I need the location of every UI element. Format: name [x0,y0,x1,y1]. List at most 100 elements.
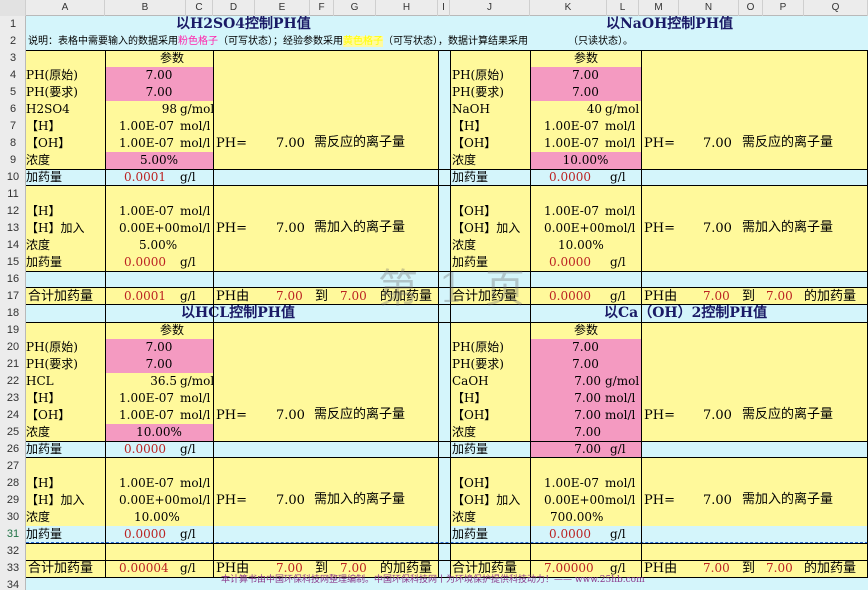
row-header[interactable]: 30 [0,509,26,526]
ph-eq-label: PH= [644,408,675,423]
title-h2so4: 以H2SO4控制PH值 [176,16,311,32]
row-header[interactable]: 12 [0,203,26,220]
unit-gl: g/l [180,442,196,456]
select-all-corner[interactable] [0,0,26,16]
grid-line [26,457,868,458]
note-suffix: （只读状态）。 [568,36,633,47]
row-header[interactable]: 8 [0,135,26,152]
dose2-value: 0.0000 [124,527,166,541]
column-header[interactable]: P [763,0,804,16]
h2add-value: 0.00E+00 [119,493,180,507]
row-header[interactable]: 2 [0,33,26,50]
column-header[interactable]: G [334,0,376,16]
h2add-label: 【H】加入 [26,493,85,507]
h2add-label: 【OH】加入 [452,493,521,507]
column-header[interactable]: H [376,0,438,16]
unit-gmol: g/mol [605,374,640,388]
row-header[interactable]: 20 [0,339,26,356]
row-header[interactable]: 28 [0,475,26,492]
row-header[interactable]: 19 [0,322,26,339]
row-header[interactable]: 24 [0,407,26,424]
column-header[interactable]: J [450,0,530,16]
column-header[interactable]: M [639,0,679,16]
row-header[interactable]: 1 [0,16,26,33]
ph-req-input[interactable]: 7.00 [530,356,641,373]
ph-orig-input[interactable]: 7.00 [105,339,213,356]
column-header[interactable]: K [530,0,607,16]
row-header[interactable]: 3 [0,50,26,67]
column-header[interactable]: F [310,0,334,16]
params-header: 参数 [573,323,598,337]
unit-gl: g/l [610,170,626,184]
ph-calc: 7.00 [276,136,305,151]
ph-orig-input[interactable]: 7.00 [105,67,213,84]
row-header[interactable]: 14 [0,237,26,254]
ph-req-input[interactable]: 7.00 [105,84,213,101]
column-header[interactable]: E [255,0,310,16]
ph-eq-label: PH= [216,136,247,151]
dose-value: 0.0000 [124,442,166,456]
ph-from-label: PH由 [644,561,678,576]
row-header[interactable]: 33 [0,560,26,577]
row-header[interactable]: 10 [0,169,26,186]
row-header[interactable]: 15 [0,254,26,271]
row-header[interactable]: 32 [0,543,26,560]
row-header[interactable]: 27 [0,458,26,475]
row-header[interactable]: 25 [0,424,26,441]
conc-input[interactable]: 7.00 [530,424,641,441]
oh-value: 1.00E-07 [119,136,175,150]
row-header[interactable]: 31 [0,526,26,543]
row-header[interactable]: 13 [0,220,26,237]
note-cyan-label: 青色格子 [528,36,568,47]
row-header[interactable]: 6 [0,101,26,118]
chem-label: H2SO4 [26,102,70,116]
column-header[interactable]: O [739,0,763,16]
row-header[interactable]: 34 [0,577,26,594]
column-header[interactable]: N [679,0,739,16]
conc-input[interactable]: 5.00% [105,152,213,169]
row-header[interactable]: 23 [0,390,26,407]
h-value: 1.00E-07 [544,119,600,133]
ph-orig-input[interactable]: 7.00 [530,339,641,356]
row-header[interactable]: 11 [0,186,26,203]
column-header[interactable]: L [607,0,639,16]
ph-req-input[interactable]: 7.00 [530,84,641,101]
conc-input[interactable]: 10.00% [530,152,641,169]
row-header[interactable]: 21 [0,356,26,373]
unit-gl: g/l [180,289,196,303]
row-header[interactable]: 16 [0,271,26,288]
column-header[interactable]: C [186,0,213,16]
dose-label: 加药量 [26,442,63,456]
conc-input[interactable]: 10.00% [105,424,213,441]
ph-from: 7.00 [703,561,730,575]
note-pink-label: 粉色格子 [178,36,218,47]
grid-line [26,560,868,561]
oh-value: 1.00E-07 [119,408,175,422]
ph-req-input[interactable]: 7.00 [105,356,213,373]
ph-orig-input[interactable]: 7.00 [530,67,641,84]
column-header[interactable]: A [26,0,105,16]
worksheet[interactable]: 以H2SO4控制PH值 以NaOH控制PH值 说明：表格中需要输入的数据采用粉色… [26,16,868,590]
row-header[interactable]: 26 [0,441,26,458]
ph-orig-label: PH(原始) [26,68,78,82]
row-header[interactable]: 4 [0,67,26,84]
h-value: 1.00E-07 [119,119,175,133]
unit-gl: g/l [610,255,626,269]
oh-label: 【OH】 [452,136,497,150]
column-header[interactable]: Q [804,0,868,16]
row-header[interactable]: 17 [0,288,26,305]
row-header[interactable]: 5 [0,84,26,101]
row-header[interactable]: 9 [0,152,26,169]
row-header[interactable]: 29 [0,492,26,509]
column-header[interactable]: B [105,0,186,16]
ph-eq-label: PH= [644,136,675,151]
row-header[interactable]: 22 [0,373,26,390]
row-header[interactable]: 7 [0,118,26,135]
instruction-note: 说明：表格中需要输入的数据采用粉色格子（可写状态）；经验参数采用黄色格子（可写状… [28,34,633,50]
column-header[interactable]: D [213,0,255,16]
row-header[interactable]: 18 [0,305,26,322]
column-header[interactable]: I [438,0,450,16]
oh-label: 【OH】 [452,408,497,422]
note-mid2: （可写状态），数据计算结果采用 [383,36,528,47]
dose-value: 0.0001 [124,170,166,184]
